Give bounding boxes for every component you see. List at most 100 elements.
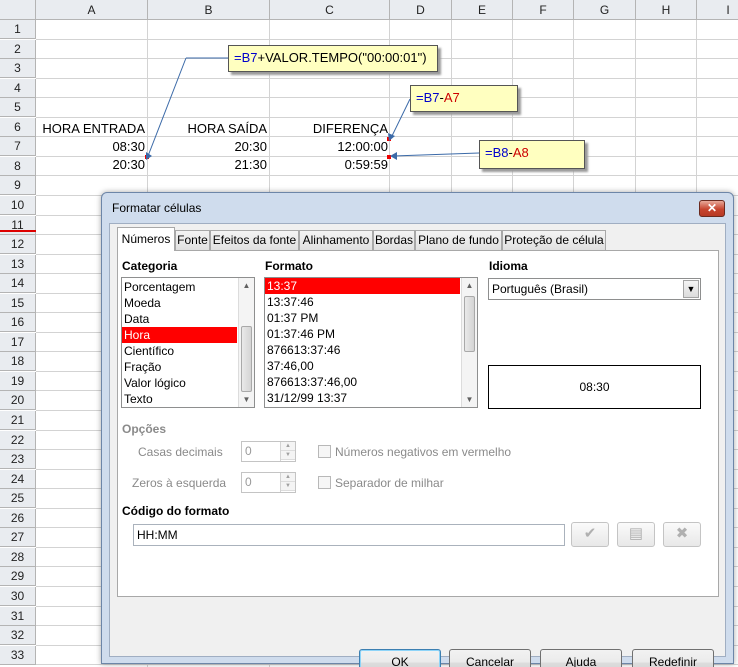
active-row-marker — [0, 230, 36, 232]
scroll-up-icon[interactable]: ▲ — [239, 278, 254, 293]
row-header-16[interactable]: 16 — [0, 313, 36, 332]
close-button[interactable]: ✕ — [699, 200, 725, 217]
stepper-down-icon[interactable]: ▼ — [281, 451, 295, 460]
scroll-down-icon[interactable]: ▼ — [239, 392, 254, 407]
category-item[interactable]: Fração — [122, 359, 237, 375]
category-item[interactable]: Porcentagem — [122, 279, 237, 295]
decimals-label: Casas decimais — [138, 445, 223, 459]
row-header-15[interactable]: 15 — [0, 294, 36, 313]
scroll-thumb[interactable] — [464, 296, 475, 352]
delete-format-button[interactable]: ✖ — [663, 522, 701, 547]
row-header-32[interactable]: 32 — [0, 626, 36, 645]
comment-c8-rest: +VALOR.TEMPO("00:00:01") — [257, 50, 427, 65]
language-value: Português (Brasil) — [492, 282, 589, 296]
row-header-12[interactable]: 12 — [0, 235, 36, 254]
category-item[interactable]: Moeda — [122, 295, 237, 311]
tab-numeros[interactable]: Números — [117, 227, 175, 251]
row-header-19[interactable]: 19 — [0, 372, 36, 391]
format-list[interactable]: 13:37 13:37:46 01:37 PM 01:37:46 PM 876613:3… — [264, 277, 478, 408]
category-list[interactable]: Porcentagem Moeda Data Hora Científico Fração… — [121, 277, 255, 408]
reset-button[interactable]: Redefinir — [632, 649, 714, 667]
dialog-titlebar[interactable]: Formatar células ✕ — [102, 193, 733, 223]
tab-bordas[interactable]: Bordas — [373, 230, 415, 250]
preview-value: 08:30 — [579, 380, 610, 394]
format-item[interactable]: 31/12/99 13:37 — [265, 390, 460, 406]
row-header-11[interactable]: 11 — [0, 216, 36, 235]
arrowhead-3 — [390, 152, 397, 160]
format-item[interactable]: 01:37:46 PM — [265, 326, 460, 342]
language-select[interactable]: Português (Brasil) ▼ — [488, 278, 701, 300]
leading-zeros-stepper[interactable]: 0 ▲ ▼ — [241, 472, 296, 493]
edit-comment-button[interactable]: ▤ — [617, 522, 655, 547]
row-header-17[interactable]: 17 — [0, 333, 36, 352]
stepper-up-icon[interactable]: ▲ — [281, 442, 295, 451]
cancel-button[interactable]: Cancelar — [449, 649, 531, 667]
help-button[interactable]: Ajuda — [540, 649, 622, 667]
comment-icon: ▤ — [628, 525, 644, 542]
tab-plano-fundo[interactable]: Plano de fundo — [415, 230, 502, 250]
tab-fonte[interactable]: Fonte — [175, 230, 210, 250]
close-icon: ✕ — [706, 201, 718, 215]
row-header-20[interactable]: 20 — [0, 391, 36, 410]
language-label: Idioma — [489, 259, 528, 273]
connector-3 — [392, 152, 480, 157]
row-header-25[interactable]: 25 — [0, 489, 36, 508]
leading-zeros-value: 0 — [245, 475, 252, 489]
row-header-27[interactable]: 27 — [0, 528, 36, 547]
stepper-up-icon[interactable]: ▲ — [281, 473, 295, 482]
row-header-18[interactable]: 18 — [0, 352, 36, 371]
thousands-separator-checkbox[interactable] — [318, 476, 331, 489]
row-header-23[interactable]: 23 — [0, 450, 36, 469]
format-code-label: Código do formato — [122, 504, 230, 518]
format-item[interactable]: 01:37 PM — [265, 310, 460, 326]
scroll-down-icon[interactable]: ▼ — [462, 392, 477, 407]
format-item[interactable]: 876613:37:46 — [265, 342, 460, 358]
category-item[interactable]: Valor lógico — [122, 375, 237, 391]
row-header-21[interactable]: 21 — [0, 411, 36, 430]
tab-alinhamento[interactable]: Alinhamento — [299, 230, 373, 250]
format-item[interactable]: 37:46,00 — [265, 358, 460, 374]
row-header-30[interactable]: 30 — [0, 587, 36, 606]
row-header-22[interactable]: 22 — [0, 431, 36, 450]
row-header-28[interactable]: 28 — [0, 548, 36, 567]
accept-format-button[interactable]: ✔ — [571, 522, 609, 547]
row-header-33[interactable]: 33 — [0, 646, 36, 665]
row-header-14[interactable]: 14 — [0, 274, 36, 293]
thousands-separator-label: Separador de milhar — [335, 476, 444, 490]
chevron-down-icon[interactable]: ▼ — [683, 280, 699, 298]
negative-red-label: Números negativos em vermelho — [335, 445, 512, 459]
category-item[interactable]: Data — [122, 311, 237, 327]
row-header-31[interactable]: 31 — [0, 607, 36, 626]
format-item[interactable]: 13:37 — [265, 278, 460, 294]
format-code-input[interactable]: HH:MM — [133, 524, 565, 546]
negative-red-checkbox[interactable] — [318, 445, 331, 458]
format-preview: 08:30 — [488, 365, 701, 409]
ok-button[interactable]: OK — [359, 649, 441, 667]
format-item[interactable]: 13:37:46 — [265, 294, 460, 310]
stepper-down-icon[interactable]: ▼ — [281, 482, 295, 491]
tab-protecao-celula[interactable]: Proteção de célula — [502, 230, 606, 250]
comment-c8: =B7+VALOR.TEMPO("00:00:01") — [228, 45, 438, 72]
format-item[interactable]: 876613:37:46,00 — [265, 374, 460, 390]
scroll-up-icon[interactable]: ▲ — [462, 278, 477, 293]
category-item[interactable]: Hora — [122, 327, 237, 343]
row-header-26[interactable]: 26 — [0, 509, 36, 528]
format-item[interactable]: 31/12/1999 13:37:46 — [265, 406, 460, 407]
comment-c6-ref1: =B7 — [416, 90, 440, 105]
format-label: Formato — [265, 259, 313, 273]
scroll-thumb[interactable] — [241, 326, 252, 392]
category-item[interactable]: Científico — [122, 343, 237, 359]
comment-c7-ref2: A8 — [512, 145, 529, 160]
row-header-24[interactable]: 24 — [0, 470, 36, 489]
format-scrollbar[interactable]: ▲ ▼ — [461, 278, 477, 407]
comment-connectors — [146, 57, 480, 160]
connector-2 — [390, 98, 411, 139]
comment-c7: =B8-A8 — [479, 140, 585, 169]
category-item[interactable]: Texto — [122, 391, 237, 407]
tab-efeitos-fonte[interactable]: Efeitos da fonte — [210, 230, 299, 250]
row-header-29[interactable]: 29 — [0, 567, 36, 586]
decimals-stepper[interactable]: 0 ▲ ▼ — [241, 441, 296, 462]
comment-c7-ref1: =B8 — [485, 145, 509, 160]
row-header-13[interactable]: 13 — [0, 255, 36, 274]
category-scrollbar[interactable]: ▲ ▼ — [238, 278, 254, 407]
